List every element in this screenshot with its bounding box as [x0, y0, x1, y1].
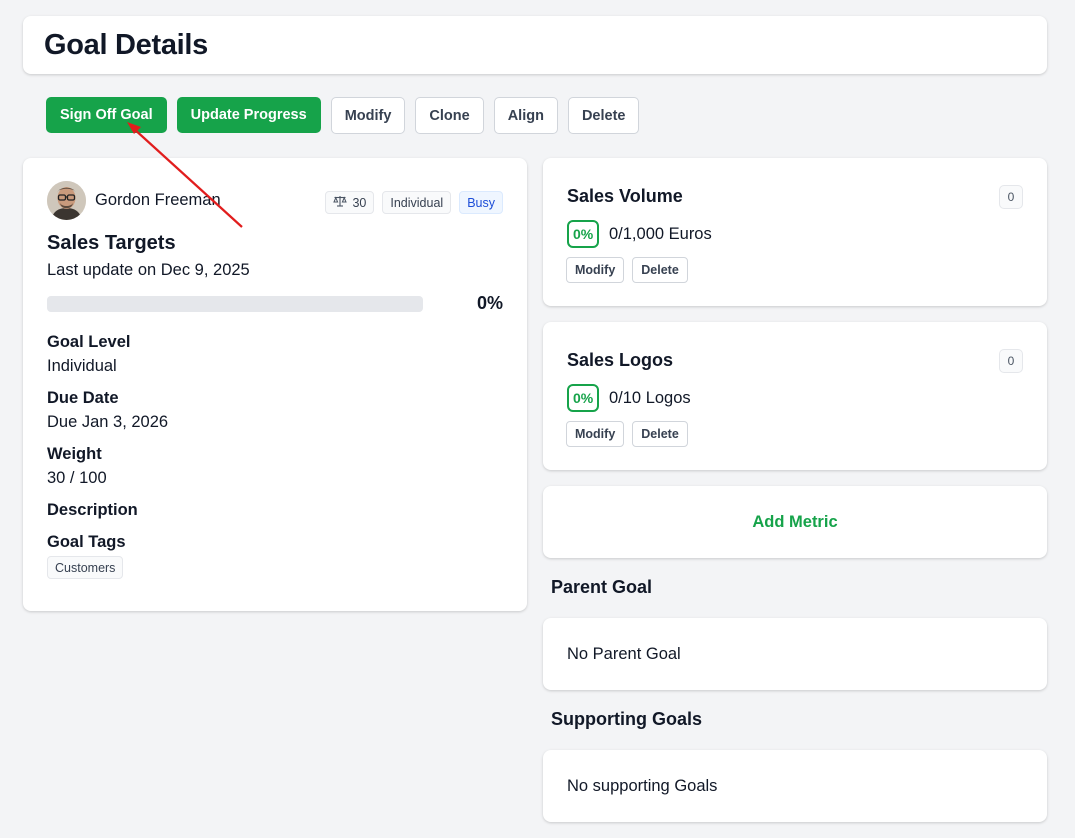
- sign-off-goal-button[interactable]: Sign Off Goal: [46, 97, 167, 133]
- page-title: Goal Details: [44, 28, 209, 61]
- goal-tag: Customers: [47, 556, 124, 579]
- metric-card: Sales Volume 0 0% 0/1,000 Euros Modify D…: [543, 158, 1047, 306]
- last-update: Last update on Dec 9, 2025: [47, 261, 250, 279]
- scale-icon: [333, 195, 348, 210]
- weight-badge: 30: [325, 191, 375, 214]
- goal-tags-label: Goal Tags: [47, 533, 126, 551]
- weight-badge-value: 30: [352, 195, 367, 210]
- update-progress-button[interactable]: Update Progress: [176, 97, 321, 133]
- weight-label: Weight: [47, 445, 102, 463]
- add-metric-button[interactable]: Add Metric: [752, 513, 837, 532]
- due-date-label: Due Date: [47, 389, 119, 407]
- metric-actions: Modify Delete: [566, 421, 688, 447]
- goal-owner: Gordon Freeman: [47, 181, 221, 220]
- action-toolbar: Sign Off Goal Update Progress Modify Clo…: [46, 97, 640, 134]
- metric-value: 0/10 Logos: [609, 389, 691, 407]
- goal-summary-card: Gordon Freeman 30 Individual Busy Sales …: [23, 158, 527, 611]
- supporting-goals-card: No supporting Goals: [543, 750, 1047, 822]
- level-badge: Individual: [382, 191, 452, 214]
- clone-button[interactable]: Clone: [415, 97, 484, 134]
- supporting-goals-heading: Supporting Goals: [551, 709, 702, 729]
- metric-modify-button[interactable]: Modify: [566, 257, 625, 283]
- goal-level-label: Goal Level: [47, 333, 131, 351]
- description-label: Description: [47, 501, 138, 519]
- modify-button[interactable]: Modify: [330, 97, 406, 134]
- metric-percent-badge: 0%: [567, 220, 600, 248]
- metric-delete-button[interactable]: Delete: [632, 257, 688, 283]
- goal-progress-bar: [47, 296, 423, 312]
- delete-button[interactable]: Delete: [567, 97, 640, 134]
- supporting-goals-empty: No supporting Goals: [567, 776, 718, 795]
- metric-value: 0/1,000 Euros: [609, 225, 712, 243]
- metric-count: 0: [999, 349, 1023, 373]
- weight-value: 30 / 100: [47, 469, 107, 487]
- page-header: Goal Details: [23, 16, 1047, 74]
- metric-title: Sales Volume: [567, 186, 683, 206]
- parent-goal-empty: No Parent Goal: [567, 644, 681, 663]
- metric-count: 0: [999, 185, 1023, 209]
- goal-progress-percent: 0%: [476, 293, 503, 313]
- metric-actions: Modify Delete: [566, 257, 688, 283]
- parent-goal-heading: Parent Goal: [551, 577, 653, 597]
- due-date-value: Due Jan 3, 2026: [47, 413, 169, 431]
- align-button[interactable]: Align: [493, 97, 558, 134]
- metric-delete-button[interactable]: Delete: [632, 421, 688, 447]
- metric-modify-button[interactable]: Modify: [566, 421, 625, 447]
- goal-title: Sales Targets: [47, 232, 176, 254]
- metric-percent-badge: 0%: [567, 384, 600, 412]
- avatar[interactable]: [47, 181, 86, 220]
- add-metric-card: Add Metric: [543, 486, 1047, 558]
- owner-name: Gordon Freeman: [95, 191, 221, 209]
- status-badge: Busy: [459, 191, 503, 214]
- goal-level-value: Individual: [47, 357, 117, 375]
- metric-title: Sales Logos: [567, 350, 674, 370]
- parent-goal-card: No Parent Goal: [543, 618, 1047, 690]
- goal-badges: 30 Individual Busy: [325, 191, 503, 214]
- metric-card: Sales Logos 0 0% 0/10 Logos Modify Delet…: [543, 322, 1047, 470]
